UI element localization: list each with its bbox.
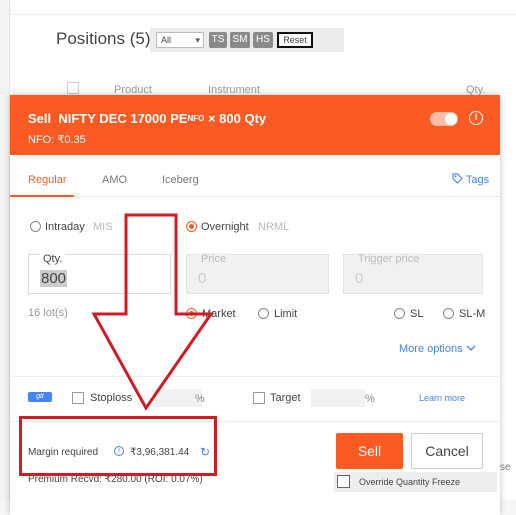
annotation-arrow (91, 213, 214, 411)
